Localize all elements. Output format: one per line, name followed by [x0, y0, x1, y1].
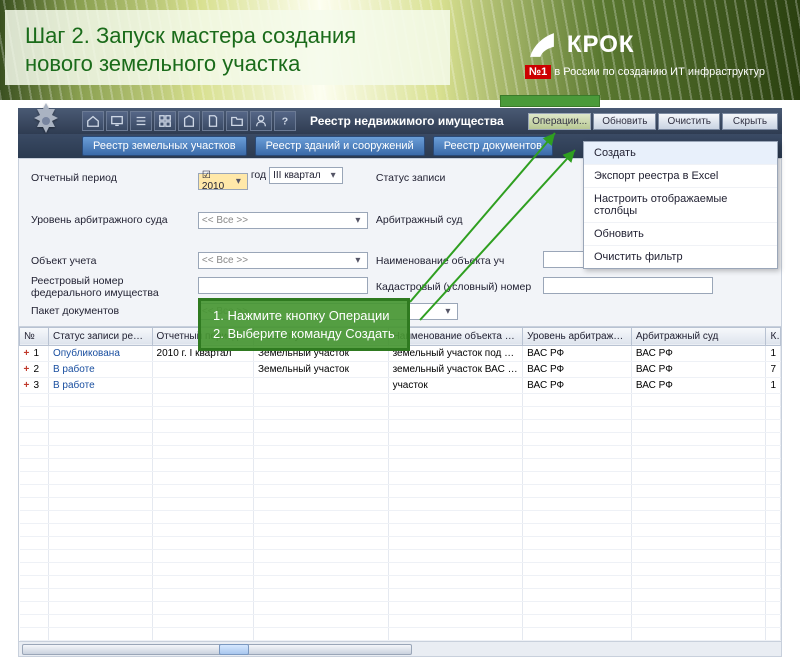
col-header[interactable]: Уровень арбитражного...	[523, 327, 632, 345]
menu-refresh[interactable]: Обновить	[584, 223, 777, 246]
callout-line2: 2. Выберите команду Создать	[213, 325, 395, 343]
reg-number-input[interactable]	[198, 277, 368, 294]
tool-home-icon[interactable]	[82, 111, 104, 131]
label-cad-number: Кадастровый (условный) номер	[372, 273, 540, 301]
table-row	[20, 627, 781, 640]
table-row	[20, 393, 781, 406]
label-status: Статус записи	[372, 165, 540, 192]
tool-folder-icon[interactable]	[226, 111, 248, 131]
table-row[interactable]: +2В работеЗемельный участокземельный уча…	[20, 361, 781, 377]
menu-configure-columns[interactable]: Настроить отображаемые столбцы	[584, 188, 777, 223]
table-row	[20, 484, 781, 497]
label-court-level: Уровень арбитражного суда	[27, 192, 194, 249]
label-obj-name: Наименование объекта уч	[372, 249, 540, 273]
menu-create[interactable]: Создать	[584, 142, 777, 165]
clear-button[interactable]: Очистить	[658, 113, 720, 130]
tool-monitor-icon[interactable]	[106, 111, 128, 131]
table-row	[20, 601, 781, 614]
operations-menu: Создать Экспорт реестра в Excel Настроит…	[583, 141, 778, 269]
callout-line1: 1. Нажмите кнопку Операции	[213, 307, 395, 325]
horizontal-scrollbar[interactable]	[19, 641, 781, 656]
table-row	[20, 523, 781, 536]
year-select[interactable]: ☑ 2010▾	[198, 173, 248, 190]
data-grid: №Статус записи реестраОтчетный периодОбъ…	[18, 327, 782, 657]
table-row	[20, 445, 781, 458]
table-row	[20, 471, 781, 484]
slide-title: Шаг 2. Запуск мастера создания нового зе…	[25, 22, 430, 77]
quarter-select[interactable]: III квартал▾	[269, 167, 343, 184]
table-row	[20, 614, 781, 627]
col-header[interactable]: Арбитражный суд	[631, 327, 766, 345]
tool-building-icon[interactable]	[178, 111, 200, 131]
label-court: Арбитражный суд	[372, 192, 540, 249]
tab-land[interactable]: Реестр земельных участков	[82, 136, 247, 156]
table-row	[20, 406, 781, 419]
tool-user-icon[interactable]	[250, 111, 272, 131]
krok-icon	[525, 28, 559, 62]
instruction-callout: 1. Нажмите кнопку Операции 2. Выберите к…	[198, 298, 410, 351]
table-row	[20, 549, 781, 562]
object-select[interactable]: << Все >>▾	[198, 252, 368, 269]
brand-text: КРОК	[567, 31, 635, 59]
table-row[interactable]: +3В работеучастокВАС РФВАС РФ1	[20, 377, 781, 393]
col-header[interactable]: К	[766, 327, 781, 345]
app-toolbar: ? Реестр недвижимого имущества Операции.…	[18, 108, 782, 134]
col-header[interactable]: №	[20, 327, 49, 345]
toolbar-title: Реестр недвижимого имущества	[310, 114, 504, 128]
table-row	[20, 575, 781, 588]
slide-title-box: Шаг 2. Запуск мастера создания нового зе…	[5, 10, 450, 85]
label-object: Объект учета	[27, 249, 194, 273]
table-row	[20, 419, 781, 432]
svg-text:?: ?	[282, 116, 288, 128]
table-row	[20, 510, 781, 523]
court-level-select[interactable]: << Все >>▾	[198, 212, 368, 229]
table-row	[20, 497, 781, 510]
refresh-button[interactable]: Обновить	[593, 113, 656, 130]
tool-grid-icon[interactable]	[154, 111, 176, 131]
operations-button[interactable]: Операции...	[528, 113, 591, 130]
tab-buildings[interactable]: Реестр зданий и сооружений	[255, 136, 425, 156]
menu-export-excel[interactable]: Экспорт реестра в Excel	[584, 165, 777, 188]
decorative-tile	[500, 95, 600, 107]
brand-tagline: №1 в России по созданию ИТ инфраструктур	[525, 66, 765, 78]
table-row	[20, 458, 781, 471]
table-row	[20, 562, 781, 575]
brand-logo: КРОК №1 в России по созданию ИТ инфрастр…	[525, 28, 765, 78]
tool-list-icon[interactable]	[130, 111, 152, 131]
tab-documents[interactable]: Реестр документов	[433, 136, 553, 156]
tool-doc-icon[interactable]	[202, 111, 224, 131]
label-period: Отчетный период	[27, 165, 194, 192]
hide-button[interactable]: Скрыть	[722, 113, 778, 130]
tool-help-icon[interactable]: ?	[274, 111, 296, 131]
slide-banner: Шаг 2. Запуск мастера создания нового зе…	[0, 0, 800, 100]
cad-number-input[interactable]	[543, 277, 713, 294]
col-header[interactable]: Статус записи реестра	[48, 327, 152, 345]
menu-clear-filter[interactable]: Очистить фильтр	[584, 246, 777, 268]
table-row	[20, 588, 781, 601]
table-row	[20, 432, 781, 445]
table-row	[20, 536, 781, 549]
label-package: Пакет документов	[27, 301, 194, 322]
label-reg-number: Реестровый номер федерального имущества	[27, 273, 194, 301]
